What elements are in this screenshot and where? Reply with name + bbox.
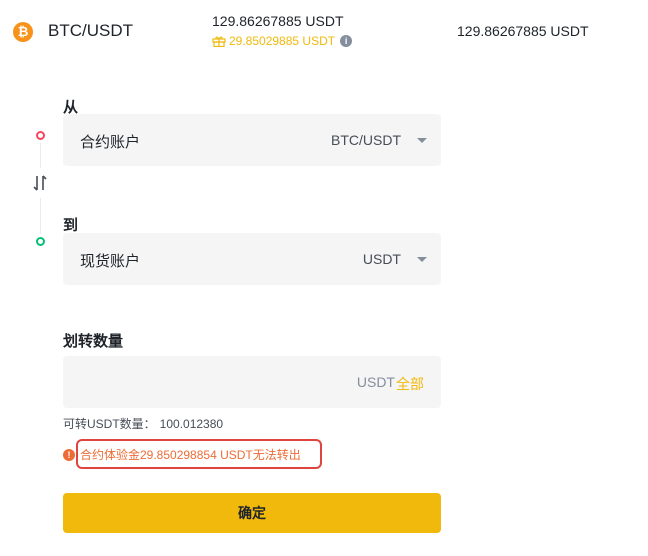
to-account-name: 现货账户 xyxy=(80,253,141,270)
to-label: 到 xyxy=(63,217,79,234)
confirm-button[interactable]: 确定 xyxy=(63,493,441,533)
info-icon[interactable]: i xyxy=(340,35,353,47)
from-account-value: BTC/USDT xyxy=(331,132,401,148)
available-amount: 可转USDT数量： 100.012380 xyxy=(63,415,223,432)
amount-field[interactable]: USDT 全部 xyxy=(63,356,441,408)
amount-unit: USDT xyxy=(356,374,395,390)
to-account-select[interactable]: 现货账户 USDT xyxy=(63,233,441,285)
balance-bonus-value: 29.85029885 USDT xyxy=(229,34,336,48)
connector-line-bottom xyxy=(40,198,41,234)
from-dot-icon xyxy=(36,131,45,140)
available-label: 可转USDT数量： xyxy=(63,417,156,431)
caret-down-icon xyxy=(417,257,427,262)
balance-main: 129.86267885 USDT xyxy=(212,13,344,29)
from-account-select[interactable]: 合约账户 BTC/USDT xyxy=(63,114,441,166)
gift-icon xyxy=(212,36,226,47)
amount-label: 划转数量 xyxy=(63,333,124,350)
connector-line-top xyxy=(40,143,41,168)
amount-all-button[interactable]: 全部 xyxy=(396,374,424,394)
caret-down-icon xyxy=(417,138,427,143)
balance-bonus: 29.85029885 USDT i xyxy=(212,34,353,48)
to-dot-icon xyxy=(36,237,45,246)
to-account-value: USDT xyxy=(362,251,401,267)
available-value: 100.012380 xyxy=(159,417,224,431)
swap-icon[interactable] xyxy=(32,173,48,193)
from-account-name: 合约账户 xyxy=(80,134,141,151)
warning-icon: ! xyxy=(63,448,75,461)
trading-pair: BTC/USDT xyxy=(48,21,133,40)
bitcoin-icon: ₿ xyxy=(13,22,33,42)
balance-right: 129.86267885 USDT xyxy=(457,23,589,39)
warning-highlight-box xyxy=(76,439,322,469)
amount-input[interactable] xyxy=(63,356,343,408)
header-bar: ₿ BTC/USDT 129.86267885 USDT 29.85029885… xyxy=(0,0,648,64)
